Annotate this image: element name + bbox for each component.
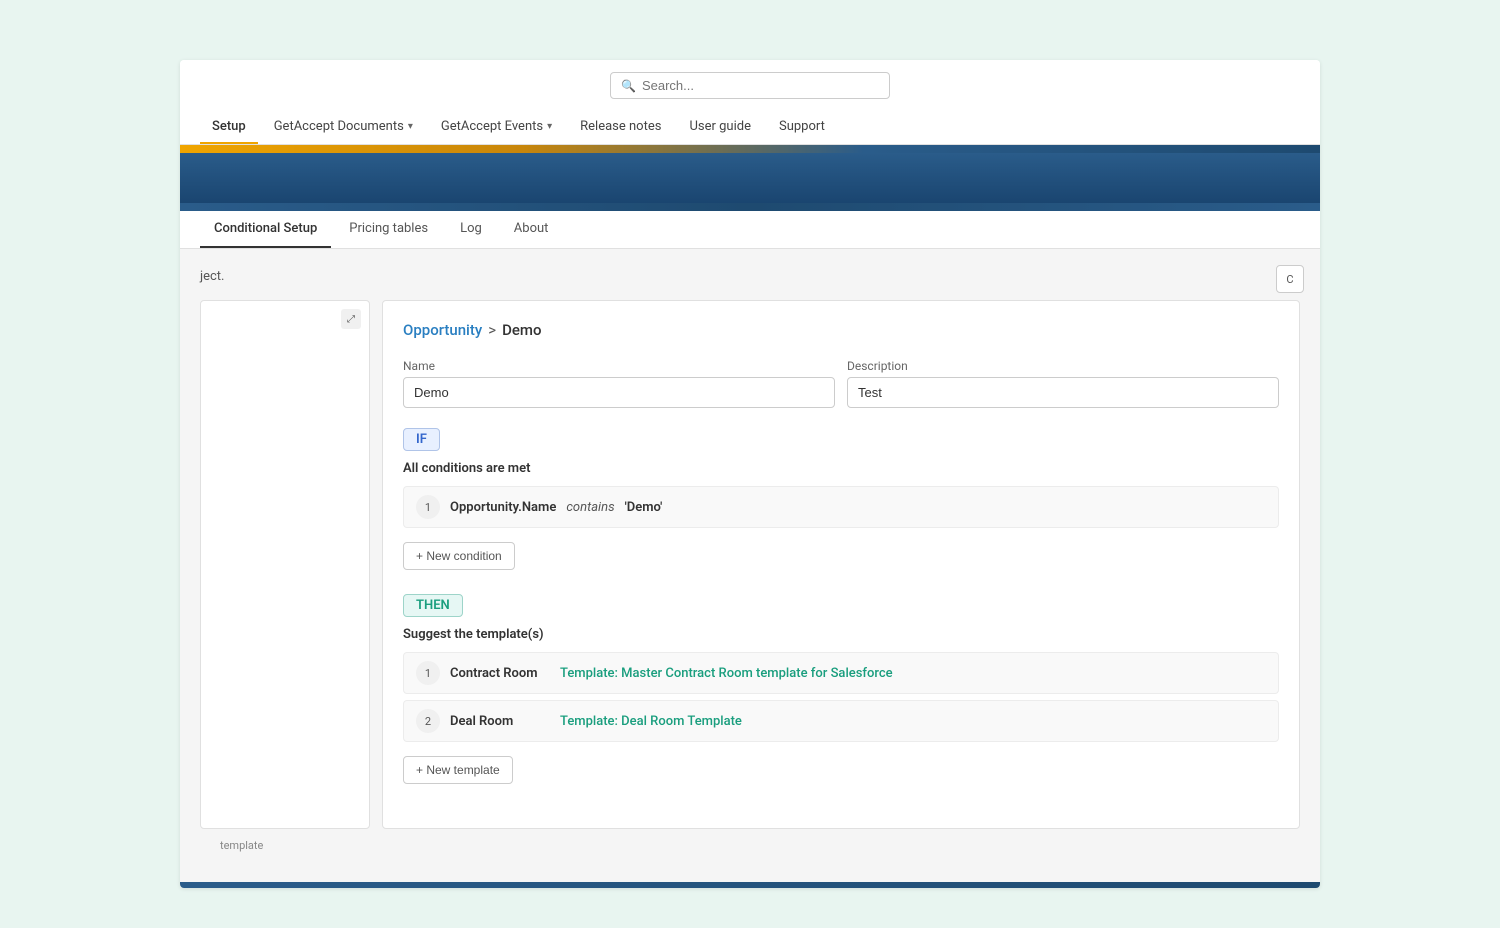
page-wrapper: 🔍 Setup GetAccept Documents ▾ GetAccept … bbox=[0, 0, 1500, 928]
name-label: Name bbox=[403, 359, 835, 373]
sub-nav: Conditional Setup Pricing tables Log Abo… bbox=[180, 211, 1320, 249]
right-panel: Opportunity > Demo Name Description bbox=[382, 300, 1300, 829]
chevron-down-icon: ▾ bbox=[408, 121, 413, 132]
subnav-item-pricing-tables[interactable]: Pricing tables bbox=[335, 211, 442, 248]
template-number-1: 1 bbox=[416, 661, 440, 685]
template-type-1: Contract Room bbox=[450, 666, 550, 681]
subnav-item-conditional-setup[interactable]: Conditional Setup bbox=[200, 211, 331, 248]
condition-row: 1 Opportunity.Name contains 'Demo' bbox=[403, 486, 1279, 528]
breadcrumb-current: Demo bbox=[502, 321, 541, 339]
form-row: Name Description bbox=[403, 359, 1279, 408]
description-input[interactable] bbox=[847, 377, 1279, 408]
nav-item-support[interactable]: Support bbox=[767, 111, 837, 144]
nav-item-getaccept-events[interactable]: GetAccept Events ▾ bbox=[429, 111, 564, 144]
deco-bar-blue bbox=[180, 203, 1320, 211]
layout-grid: ⤢ Opportunity > Demo Name bbox=[200, 300, 1300, 829]
template-row-1: 1 Contract Room Template: Master Contrac… bbox=[403, 652, 1279, 694]
subnav-item-about[interactable]: About bbox=[500, 211, 563, 248]
template-row-2: 2 Deal Room Template: Deal Room Template bbox=[403, 700, 1279, 742]
if-section: IF All conditions are met 1 Opportunity.… bbox=[403, 428, 1279, 570]
search-input[interactable] bbox=[642, 78, 879, 93]
deco-bar-yellow bbox=[180, 145, 1320, 153]
then-section: THEN Suggest the template(s) 1 Contract … bbox=[403, 594, 1279, 784]
search-row: 🔍 bbox=[200, 72, 1300, 99]
condition-field: Opportunity.Name bbox=[450, 500, 556, 515]
add-condition-button[interactable]: + New condition bbox=[403, 542, 515, 570]
template-link-1[interactable]: Template: Master Contract Room template … bbox=[560, 666, 893, 681]
search-icon: 🔍 bbox=[621, 79, 636, 93]
then-tag: THEN bbox=[403, 594, 463, 617]
breadcrumb: Opportunity > Demo bbox=[403, 321, 1279, 339]
content-area: C ject. ⤢ Opportunity > Demo bbox=[180, 249, 1320, 882]
top-nav: 🔍 Setup GetAccept Documents ▾ GetAccept … bbox=[180, 60, 1320, 145]
subnav-item-log[interactable]: Log bbox=[446, 211, 496, 248]
nav-item-release-notes[interactable]: Release notes bbox=[568, 111, 673, 144]
template-number-2: 2 bbox=[416, 709, 440, 733]
nav-item-user-guide[interactable]: User guide bbox=[677, 111, 763, 144]
condition-operator: contains bbox=[566, 500, 614, 515]
main-container: 🔍 Setup GetAccept Documents ▾ GetAccept … bbox=[180, 60, 1320, 888]
add-template-button[interactable]: + New template bbox=[403, 756, 513, 784]
condition-number: 1 bbox=[416, 495, 440, 519]
condition-value: 'Demo' bbox=[625, 500, 663, 515]
if-subtitle: All conditions are met bbox=[403, 461, 1279, 476]
left-panel: ⤢ bbox=[200, 300, 370, 829]
top-right-button[interactable]: C bbox=[1276, 265, 1304, 293]
expand-icon[interactable]: ⤢ bbox=[341, 309, 361, 329]
if-tag: IF bbox=[403, 428, 440, 451]
nav-item-getaccept-docs[interactable]: GetAccept Documents ▾ bbox=[262, 111, 425, 144]
search-box[interactable]: 🔍 bbox=[610, 72, 890, 99]
hero-bar bbox=[180, 153, 1320, 203]
chevron-down-icon: ▾ bbox=[547, 121, 552, 132]
breadcrumb-opportunity[interactable]: Opportunity bbox=[403, 321, 482, 339]
footer-text: template bbox=[200, 829, 1300, 862]
name-field: Name bbox=[403, 359, 835, 408]
description-field: Description bbox=[847, 359, 1279, 408]
bottom-bar bbox=[180, 882, 1320, 888]
template-link-2[interactable]: Template: Deal Room Template bbox=[560, 714, 742, 729]
body-text: ject. bbox=[200, 269, 1300, 284]
description-label: Description bbox=[847, 359, 1279, 373]
then-subtitle: Suggest the template(s) bbox=[403, 627, 1279, 642]
nav-items: Setup GetAccept Documents ▾ GetAccept Ev… bbox=[200, 111, 1300, 144]
template-type-2: Deal Room bbox=[450, 714, 550, 729]
name-input[interactable] bbox=[403, 377, 835, 408]
nav-item-setup[interactable]: Setup bbox=[200, 111, 258, 144]
breadcrumb-separator: > bbox=[488, 321, 496, 339]
